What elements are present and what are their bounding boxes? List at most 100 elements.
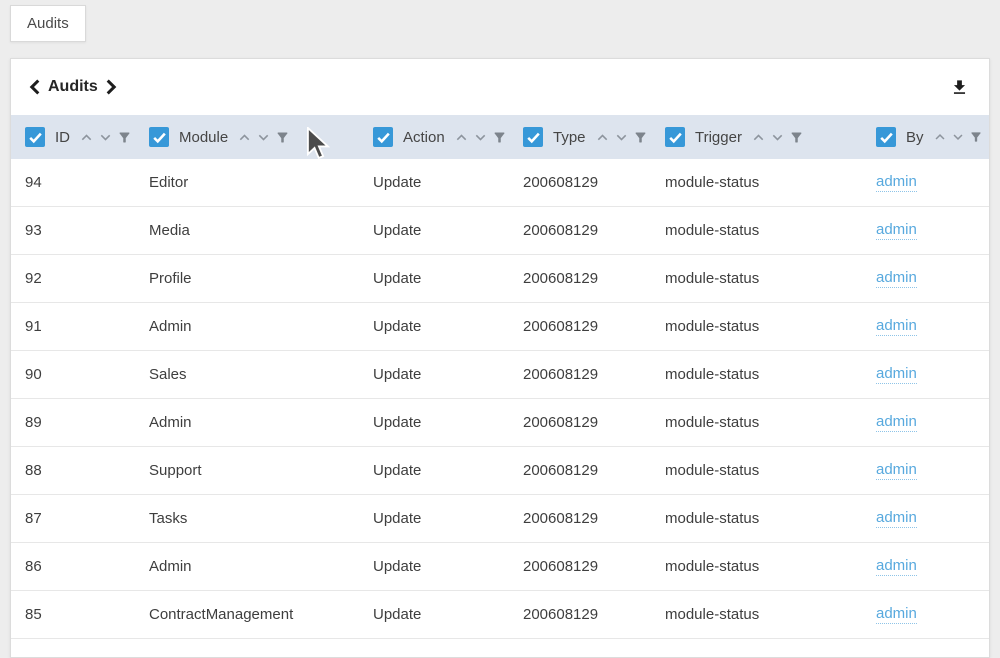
cell-trigger: module-status [665,174,876,191]
cell-trigger: module-status [665,366,876,383]
cell-type: 200608129 [523,462,665,479]
cell-action: Update [373,366,523,383]
by-user-link[interactable]: admin [876,269,917,288]
sort-up-icon[interactable] [77,128,96,147]
cell-id: 91 [25,318,149,335]
cell-module: Admin [149,318,373,335]
cell-trigger: module-status [665,318,876,335]
cell-trigger: module-status [665,510,876,527]
sort-up-icon[interactable] [749,128,768,147]
by-user-link[interactable]: admin [876,557,917,576]
sort-down-icon[interactable] [254,128,273,147]
column-label-module: Module [179,129,228,146]
cell-trigger: module-status [665,462,876,479]
page-title: Audits [48,78,98,96]
cell-type: 200608129 [523,318,665,335]
filter-icon[interactable] [633,130,648,145]
cell-action: Update [373,606,523,623]
filter-icon[interactable] [969,130,983,144]
by-user-link[interactable]: admin [876,413,917,432]
column-header-type: Type [523,127,665,147]
filter-icon[interactable] [789,130,804,145]
chevron-right-icon[interactable] [106,79,117,95]
column-checkbox-module[interactable] [149,127,169,147]
column-checkbox-id[interactable] [25,127,45,147]
column-checkbox-type[interactable] [523,127,543,147]
column-checkbox-trigger[interactable] [665,127,685,147]
column-header-action: Action [373,127,523,147]
cell-id: 94 [25,174,149,191]
cell-module: Profile [149,270,373,287]
cell-type: 200608129 [523,414,665,431]
cell-action: Update [373,318,523,335]
by-user-link[interactable]: admin [876,221,917,240]
table-body: 94EditorUpdate200608129module-statusadmi… [11,159,989,639]
cell-id: 87 [25,510,149,527]
by-user-link[interactable]: admin [876,365,917,384]
cell-module: Media [149,222,373,239]
sort-down-icon[interactable] [949,128,967,146]
column-label-action: Action [403,129,445,146]
page: { "tab": { "label": "Audits" }, "card": … [0,0,1000,640]
cell-type: 200608129 [523,366,665,383]
by-user-link[interactable]: admin [876,605,917,624]
cell-action: Update [373,174,523,191]
column-header-module: Module [149,127,373,147]
by-user-link[interactable]: admin [876,317,917,336]
table-header-row: ID Module Action Type [11,115,989,159]
sort-down-icon[interactable] [612,128,631,147]
cell-trigger: module-status [665,222,876,239]
cell-action: Update [373,462,523,479]
filter-icon[interactable] [492,130,507,145]
cell-type: 200608129 [523,222,665,239]
sort-up-icon[interactable] [593,128,612,147]
column-checkbox-action[interactable] [373,127,393,147]
cell-type: 200608129 [523,606,665,623]
cell-id: 93 [25,222,149,239]
sort-up-icon[interactable] [235,128,254,147]
cell-module: Sales [149,366,373,383]
cell-type: 200608129 [523,510,665,527]
audits-card: Audits ID Module Action [10,58,990,658]
table-row: 90SalesUpdate200608129module-statusadmin [11,351,989,399]
column-header-trigger: Trigger [665,127,876,147]
cell-trigger: module-status [665,270,876,287]
sort-up-icon[interactable] [931,128,949,146]
tab-label: Audits [27,15,69,32]
column-header-by: By [876,127,989,147]
cell-action: Update [373,270,523,287]
sort-down-icon[interactable] [768,128,787,147]
cell-id: 90 [25,366,149,383]
table-row: 88SupportUpdate200608129module-statusadm… [11,447,989,495]
table-row: 85ContractManagementUpdate200608129modul… [11,591,989,639]
filter-icon[interactable] [117,130,132,145]
cell-id: 92 [25,270,149,287]
cell-module: ContractManagement [149,606,373,623]
table-row: 89AdminUpdate200608129module-statusadmin [11,399,989,447]
sort-up-icon[interactable] [452,128,471,147]
table-row: 93MediaUpdate200608129module-statusadmin [11,207,989,255]
sort-down-icon[interactable] [471,128,490,147]
filter-icon[interactable] [275,130,290,145]
cell-action: Update [373,510,523,527]
cell-module: Admin [149,414,373,431]
cell-type: 200608129 [523,270,665,287]
by-user-link[interactable]: admin [876,173,917,192]
cell-id: 85 [25,606,149,623]
column-checkbox-by[interactable] [876,127,896,147]
cell-trigger: module-status [665,414,876,431]
sort-down-icon[interactable] [96,128,115,147]
cell-type: 200608129 [523,558,665,575]
cell-id: 88 [25,462,149,479]
cell-id: 89 [25,414,149,431]
table-row: 92ProfileUpdate200608129module-statusadm… [11,255,989,303]
by-user-link[interactable]: admin [876,509,917,528]
cell-action: Update [373,414,523,431]
by-user-link[interactable]: admin [876,461,917,480]
cell-module: Tasks [149,510,373,527]
download-button[interactable] [948,76,971,99]
chevron-left-icon[interactable] [29,79,40,95]
tab-audits[interactable]: Audits [10,5,86,42]
table-row: 94EditorUpdate200608129module-statusadmi… [11,159,989,207]
cell-trigger: module-status [665,558,876,575]
